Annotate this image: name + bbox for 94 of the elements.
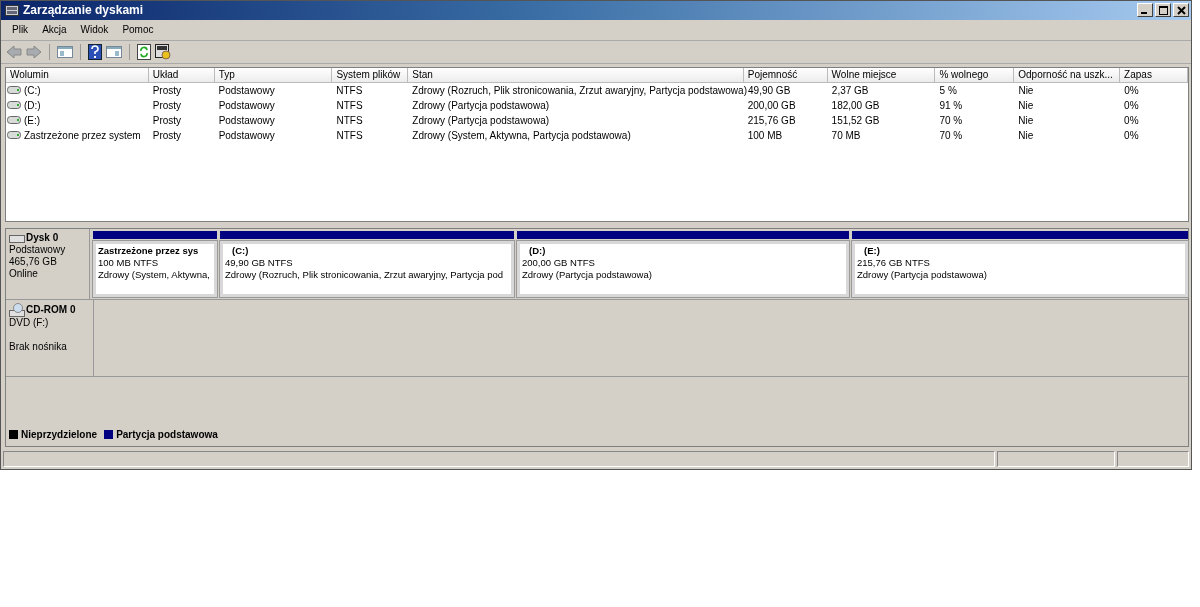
partition-name: Zastrzeżone przez sys xyxy=(98,245,200,258)
table-cell-text: 182,00 GB xyxy=(830,99,881,111)
partition-size: 49,90 GB NTFS xyxy=(225,257,294,270)
legend-label: Nieprzydzielone xyxy=(21,429,98,441)
disk-management-icon xyxy=(5,3,19,17)
disk-settings-icon[interactable] xyxy=(155,43,171,60)
disk-info: Podstawowy xyxy=(9,244,67,257)
partition-status: Zdrowy (Partycja podstawowa) xyxy=(857,269,988,282)
disk-info: Online xyxy=(9,268,39,281)
column-header[interactable]: System plików xyxy=(332,67,409,82)
table-cell-text: Nie xyxy=(1017,99,1035,111)
table-cell-text: NTFS xyxy=(335,99,364,111)
partition-status: Zdrowy (System, Aktywna, xyxy=(98,269,211,282)
table-cell-text: NTFS xyxy=(335,84,364,96)
table-cell-text: 0% xyxy=(1123,114,1140,126)
table-cell-text: Podstawowy xyxy=(217,99,276,111)
table-cell: Zastrzeżone przez system xyxy=(24,129,141,141)
drive-icon xyxy=(7,86,21,95)
table-cell-text: 5 % xyxy=(938,84,958,96)
partition-name: (E:) xyxy=(863,245,881,258)
table-cell-text: Prosty xyxy=(151,99,183,111)
table-cell-text: NTFS xyxy=(335,129,364,141)
table-cell-text: Podstawowy xyxy=(217,129,276,141)
table-cell-text: 0% xyxy=(1123,99,1140,111)
window-title: Zarządzanie dyskami xyxy=(23,3,145,18)
table-cell-text: 215,76 GB xyxy=(746,114,797,126)
menu-item[interactable]: Plik xyxy=(5,24,36,36)
table-cell-text: 100 MB xyxy=(746,129,784,141)
partition-status: Zdrowy (Partycja podstawowa) xyxy=(522,269,653,282)
table-cell-text: Prosty xyxy=(151,129,183,141)
table-cell-text: Zdrowy (Partycja podstawowa) xyxy=(411,99,551,111)
minimize-button[interactable] xyxy=(1137,3,1153,18)
table-cell-text: Nie xyxy=(1017,84,1035,96)
table-cell-text: 2,37 GB xyxy=(830,84,870,96)
maximize-button[interactable] xyxy=(1155,3,1171,18)
table-cell-text: Nie xyxy=(1017,129,1035,141)
table-cell-text: 70 % xyxy=(938,129,964,141)
column-header[interactable]: Stan xyxy=(408,67,744,82)
drive-icon xyxy=(7,116,21,125)
partition-name: (D:) xyxy=(528,245,547,258)
table-cell: (D:) xyxy=(24,99,41,111)
close-button[interactable] xyxy=(1173,3,1189,18)
partition-size: 200,00 GB NTFS xyxy=(522,257,596,270)
disk-label-panel[interactable]: CD-ROM 0 DVD (F:) Brak nośnika xyxy=(6,300,94,377)
menu-item[interactable]: Akcja xyxy=(35,24,74,36)
drive-icon xyxy=(7,101,21,110)
table-cell-text: 0% xyxy=(1123,84,1140,96)
table-cell: (E:) xyxy=(24,114,41,126)
close-icon xyxy=(1176,5,1186,15)
disk-label-panel[interactable]: Dysk 0 Podstawowy 465,76 GB Online xyxy=(6,229,90,300)
disk-info: 465,76 GB xyxy=(9,256,58,269)
disk-info: DVD (F:) xyxy=(9,317,50,330)
panel-icon[interactable] xyxy=(106,44,122,59)
partition-name: (C:) xyxy=(231,245,250,258)
column-header[interactable]: Typ xyxy=(214,67,333,82)
menu-item[interactable]: Widok xyxy=(73,24,116,36)
table-cell-text: 91 % xyxy=(938,99,964,111)
drive-icon xyxy=(7,131,21,140)
table-cell-text: 70 MB xyxy=(830,129,862,141)
table-cell-text: 70 % xyxy=(938,114,964,126)
disk-name: Dysk 0 xyxy=(26,232,59,245)
column-header[interactable]: Zapas xyxy=(1120,67,1188,82)
cd-drive-icon xyxy=(9,303,25,318)
table-cell-text: Prosty xyxy=(151,114,183,126)
column-header[interactable]: Wolumin xyxy=(6,67,149,82)
column-header[interactable]: Wolne miejsce xyxy=(827,67,936,82)
help-icon[interactable] xyxy=(88,43,102,60)
maximize-icon xyxy=(1158,5,1168,15)
table-cell-text: NTFS xyxy=(335,114,364,126)
legend-label: Partycja podstawowa xyxy=(116,429,218,441)
refresh-icon[interactable] xyxy=(137,43,151,60)
disk-name: CD-ROM 0 xyxy=(26,304,76,317)
table-cell-text: Zdrowy (Rozruch, Plik stronicowania, Zrzut awaryjny, Partycja podstawowa) xyxy=(411,84,745,96)
column-header[interactable]: % wolnego xyxy=(935,67,1015,82)
table-cell-text: Zdrowy (Partycja podstawowa) xyxy=(411,114,551,126)
table-cell-text: Podstawowy xyxy=(217,84,276,96)
column-header[interactable]: Układ xyxy=(148,67,215,82)
table-cell-text: Prosty xyxy=(151,84,182,96)
table-cell-text: Zdrowy (System, Aktywna, Partycja podstawowa) xyxy=(411,129,632,141)
table-cell: (C:) xyxy=(24,84,41,96)
menu-item[interactable]: Pomoc xyxy=(115,24,161,36)
table-cell-text: 151,52 GB xyxy=(830,114,881,126)
table-cell-text: Nie xyxy=(1017,114,1035,126)
table-cell-text: 0% xyxy=(1123,129,1140,141)
table-cell-text: Podstawowy xyxy=(217,114,276,126)
status-pane xyxy=(1117,451,1189,467)
panel-icon[interactable] xyxy=(57,44,73,59)
partition-size: 100 MB NTFS xyxy=(98,257,160,270)
disk-info: Brak nośnika xyxy=(9,341,68,354)
column-header[interactable]: Pojemność xyxy=(743,67,828,82)
table-cell-text: 200,00 GB xyxy=(746,99,797,111)
partition-status: Zdrowy (Rozruch, Plik stronicowania, Zrzut awaryjny, Partycja pod xyxy=(225,269,505,282)
column-header[interactable]: Odporność na uszk... xyxy=(1014,67,1121,82)
partition-size: 215,76 GB NTFS xyxy=(857,257,931,270)
